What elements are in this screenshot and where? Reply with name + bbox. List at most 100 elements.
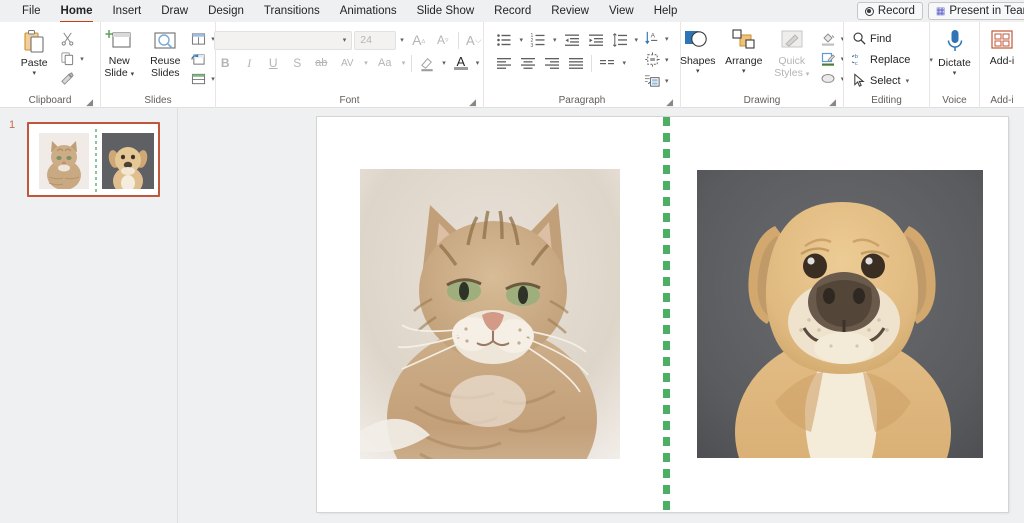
tab-transitions[interactable]: Transitions [254, 2, 330, 21]
find-button[interactable]: Find [849, 29, 938, 48]
shapes-chevron-down-icon[interactable]: ▾ [696, 68, 700, 76]
numbering-button[interactable]: 1 2 3 [527, 30, 549, 50]
slide-canvas[interactable] [317, 117, 1008, 512]
cat-photo[interactable] [360, 169, 620, 459]
cut-button[interactable] [57, 29, 89, 48]
addins-button[interactable]: Add-i [982, 26, 1022, 70]
tab-insert[interactable]: Insert [102, 2, 151, 21]
decrease-font-size-button[interactable]: A ▿ [432, 30, 454, 50]
align-center-button[interactable] [517, 53, 539, 73]
align-right-button[interactable] [541, 53, 563, 73]
align-text-chevron-down-icon[interactable]: ▾ [663, 56, 671, 64]
new-slide-button[interactable]: New Slide ▾ [96, 26, 142, 81]
copy-button[interactable]: ▾ [57, 49, 89, 68]
tab-animations[interactable]: Animations [330, 2, 407, 21]
font-color-button[interactable]: A [450, 53, 472, 73]
tab-draw[interactable]: Draw [151, 2, 198, 21]
present-in-teams-button[interactable]: ▦ Present in Teams [927, 2, 1024, 20]
tab-file[interactable]: File [12, 2, 51, 21]
copy-chevron-down-icon[interactable]: ▾ [78, 55, 86, 63]
svg-text:b: b [855, 54, 858, 60]
dog-photo[interactable] [697, 170, 983, 458]
new-slide-icon [105, 28, 133, 54]
align-text-button[interactable]: ▾ [644, 50, 671, 69]
tab-view[interactable]: View [599, 2, 644, 21]
arrange-button[interactable]: Arrange ▾ [721, 26, 767, 78]
change-case-button[interactable]: Aa [372, 53, 398, 73]
columns-button[interactable] [596, 53, 618, 73]
clear-formatting-button[interactable]: A ⌵ [463, 30, 485, 50]
dictate-chevron-down-icon[interactable]: ▾ [953, 70, 957, 78]
quick-styles-chevron-down-icon[interactable]: ▾ [806, 71, 810, 78]
text-direction-chevron-down-icon[interactable]: ▾ [663, 35, 671, 43]
align-left-button[interactable] [493, 53, 515, 73]
font-size-chevron-down-icon[interactable]: ▾ [398, 36, 406, 44]
columns-chevron-down-icon[interactable]: ▾ [620, 59, 628, 67]
tab-review[interactable]: Review [541, 2, 599, 21]
select-chevron-down-icon[interactable]: ▾ [904, 77, 912, 85]
italic-button[interactable]: I [238, 53, 260, 73]
character-spacing-button[interactable]: AV [334, 53, 360, 73]
drawing-dialog-launcher[interactable]: ◢ [829, 98, 836, 107]
record-button[interactable]: Record [856, 2, 923, 20]
smartart-chevron-down-icon[interactable]: ▾ [663, 77, 671, 85]
line-spacing-chevron-down-icon[interactable]: ▾ [633, 36, 641, 44]
paste-button[interactable]: Paste ▾ [11, 26, 57, 80]
font-name-chevron-down-icon[interactable]: ▾ [341, 36, 349, 44]
bullets-button[interactable] [493, 30, 515, 50]
text-shadow-button[interactable]: S [286, 53, 308, 73]
paragraph-right-buttons: A ▾ ▾ ▾ [640, 26, 671, 90]
copy-icon [60, 51, 75, 66]
tab-record[interactable]: Record [484, 2, 541, 21]
tab-slide-show[interactable]: Slide Show [407, 2, 485, 21]
dictate-button[interactable]: Dictate ▾ [932, 26, 978, 80]
clipboard-dialog-launcher[interactable]: ◢ [86, 98, 93, 107]
line-spacing-button[interactable] [609, 30, 631, 50]
dashed-vertical-line[interactable] [663, 117, 670, 512]
text-highlight-color-button[interactable] [416, 53, 438, 73]
teams-icon: ▦ [935, 5, 946, 17]
select-button[interactable]: Select ▾ [849, 71, 938, 90]
highlight-chevron-down-icon[interactable]: ▾ [440, 59, 448, 67]
quick-styles-button[interactable]: Quick Styles ▾ [767, 26, 817, 81]
font-name-input[interactable]: ▾ [214, 30, 353, 50]
replace-button[interactable]: b c Replace ▾ [849, 50, 938, 69]
font-color-chevron-down-icon[interactable]: ▾ [474, 59, 482, 67]
numbering-chevron-down-icon[interactable]: ▾ [551, 36, 559, 44]
cursor-arrow-icon [852, 73, 867, 88]
reuse-slides-button[interactable]: Reuse Slides [142, 26, 188, 81]
new-slide-chevron-down-icon[interactable]: ▾ [131, 71, 135, 78]
font-dialog-launcher[interactable]: ◢ [469, 98, 476, 107]
slide-thumbnail-pane[interactable]: 1 [0, 108, 178, 523]
increase-font-size-button[interactable]: A ▵ [408, 30, 430, 50]
work-area: 1 [0, 108, 1024, 523]
increase-list-level-button[interactable] [585, 30, 607, 50]
text-direction-button[interactable]: A ▾ [644, 29, 671, 48]
character-spacing-chevron-down-icon[interactable]: ▾ [362, 59, 370, 67]
convert-to-smartart-button[interactable]: ▾ [644, 71, 671, 90]
format-painter-button[interactable] [57, 69, 89, 88]
paragraph-dialog-launcher[interactable]: ◢ [666, 98, 673, 107]
bullets-chevron-down-icon[interactable]: ▾ [517, 36, 525, 44]
justify-button[interactable] [565, 53, 587, 73]
shapes-button[interactable]: Shapes ▾ [675, 26, 721, 78]
underline-button[interactable]: U [262, 53, 284, 73]
slide-canvas-area [178, 108, 1024, 523]
strikethrough-button[interactable]: ab [310, 53, 332, 73]
arrange-chevron-down-icon[interactable]: ▾ [742, 68, 746, 76]
editing-group-label: Editing [871, 95, 902, 106]
font-size-input[interactable]: 24 [354, 30, 397, 50]
tab-home[interactable]: Home [51, 2, 103, 23]
bold-button[interactable]: B [214, 53, 236, 73]
tab-design[interactable]: Design [198, 2, 254, 21]
shape-effects-icon [820, 71, 836, 86]
slide-thumbnail-1[interactable] [27, 122, 160, 197]
addins-label: Add-i [989, 55, 1015, 67]
paragraph-controls: ▾ 1 2 3 ▾ ▾ ▾ [493, 26, 640, 73]
paste-chevron-down-icon[interactable]: ▾ [32, 70, 36, 78]
decrease-list-level-button[interactable] [561, 30, 583, 50]
change-case-chevron-down-icon[interactable]: ▾ [400, 59, 408, 67]
tab-help[interactable]: Help [644, 2, 688, 21]
record-button-label: Record [877, 5, 915, 17]
ribbon-group-editing: Find b c Replace ▾ Select ▾ Editing [843, 22, 933, 108]
